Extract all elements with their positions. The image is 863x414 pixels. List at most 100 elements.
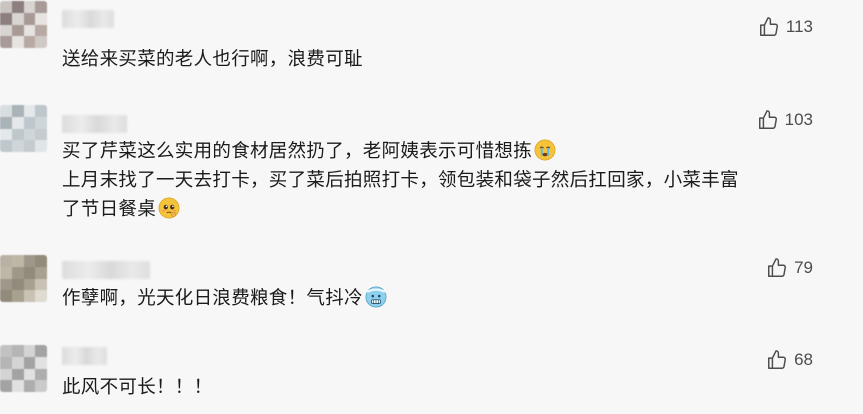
like-button[interactable]: 103 — [757, 109, 813, 131]
like-button[interactable]: 113 — [758, 16, 813, 38]
avatar-pixel — [11, 368, 24, 381]
comment-line: 送给来买菜的老人也行啊，浪费可耻 — [62, 49, 363, 70]
crying-face-icon — [534, 139, 556, 161]
avatar[interactable] — [0, 1, 47, 48]
like-count: 79 — [794, 258, 813, 277]
avatar-pixel — [0, 140, 12, 152]
avatar-pixel — [11, 105, 24, 117]
username-blurred[interactable] — [62, 261, 150, 279]
avatar-pixel — [35, 278, 47, 291]
avatar-pixel — [23, 24, 36, 37]
cold-face-icon — [365, 286, 387, 308]
comment-item: 79 作孽啊，光天化日浪费粮食！气抖冷 — [0, 245, 863, 330]
avatar-pixel — [11, 24, 24, 37]
avatar-pixel — [11, 266, 24, 279]
comment-item: 68 此风不可长！！！ — [0, 335, 863, 414]
avatar-pixel — [35, 24, 47, 37]
avatar-pixel — [11, 278, 24, 291]
avatar-pixel — [35, 36, 47, 48]
avatar-pixel — [23, 356, 36, 369]
like-count: 103 — [784, 110, 813, 129]
avatar-pixel — [35, 140, 47, 152]
comment-item: 113 送给来买菜的老人也行啊，浪费可耻 — [0, 0, 863, 85]
avatar-pixel — [11, 356, 24, 369]
avatar-pixel — [23, 368, 36, 381]
avatar-pixel — [35, 255, 47, 267]
avatar-pixel — [11, 290, 24, 302]
avatar-pixel — [0, 380, 12, 392]
avatar-pixel — [23, 140, 36, 152]
like-count: 68 — [794, 350, 813, 369]
avatar-pixel — [23, 290, 36, 302]
avatar-pixel — [35, 290, 47, 302]
avatar-pixel — [23, 380, 36, 392]
comment-text: 买了芹菜这么实用的食材居然扔了，老阿姨表示可惜想拣 上月末找了一天去打卡，买了菜… — [62, 137, 823, 224]
avatar-pixel — [11, 36, 24, 48]
thumbs-up-icon — [766, 257, 788, 279]
pleading-face-icon — [158, 197, 180, 219]
avatar-pixel — [35, 116, 47, 129]
avatar-pixel — [11, 140, 24, 152]
avatar[interactable] — [0, 255, 47, 302]
avatar-pixel — [0, 266, 12, 279]
thumbs-up-icon — [757, 109, 779, 131]
avatar-pixel — [0, 36, 12, 48]
avatar-pixel — [35, 12, 47, 25]
avatar-pixel — [35, 1, 47, 13]
avatar-pixel — [11, 12, 24, 25]
avatar-pixel — [0, 24, 12, 37]
comment-text: 送给来买菜的老人也行啊，浪费可耻 — [62, 45, 823, 74]
avatar-pixel — [23, 266, 36, 279]
avatar-pixel — [35, 266, 47, 279]
comment-line: 作孽啊，光天化日浪费粮食！气抖冷 — [62, 284, 823, 313]
avatar-pixel — [11, 128, 24, 141]
avatar-pixel — [23, 105, 36, 117]
avatar-pixel — [11, 380, 24, 392]
avatar-pixel — [0, 290, 12, 302]
avatar[interactable] — [0, 345, 47, 392]
avatar-pixel — [11, 1, 24, 13]
avatar-pixel — [23, 278, 36, 291]
avatar-pixel — [0, 345, 12, 357]
comment-text: 作孽啊，光天化日浪费粮食！气抖冷 — [62, 284, 823, 313]
avatar-pixel — [23, 1, 36, 13]
avatar-pixel — [23, 36, 36, 48]
like-button[interactable]: 68 — [766, 349, 813, 371]
avatar-pixel — [11, 116, 24, 129]
avatar-pixel — [23, 255, 36, 267]
comment-line: 此风不可长！！！ — [62, 377, 213, 398]
avatar-pixel — [11, 255, 24, 267]
avatar-pixel — [11, 345, 24, 357]
avatar-pixel — [0, 105, 12, 117]
comment-line: 买了芹菜这么实用的食材居然扔了，老阿姨表示可惜想拣 — [62, 137, 823, 166]
avatar-pixel — [23, 345, 36, 357]
avatar-pixel — [35, 368, 47, 381]
like-count: 113 — [785, 17, 813, 36]
avatar-pixel — [23, 116, 36, 129]
avatar-pixel — [0, 255, 12, 267]
avatar-pixel — [23, 128, 36, 141]
comment-line: 上月末找了一天去打卡，买了菜后拍照打卡，领包装和袋子然后扛回家，小菜丰富 — [62, 170, 739, 191]
avatar-pixel — [0, 356, 12, 369]
comment-text: 此风不可长！！！ — [62, 373, 823, 402]
avatar-pixel — [35, 128, 47, 141]
avatar-pixel — [0, 1, 12, 13]
username-blurred[interactable] — [62, 347, 107, 365]
avatar-pixel — [0, 12, 12, 25]
avatar-pixel — [0, 128, 12, 141]
avatar-pixel — [23, 12, 36, 25]
username-blurred[interactable] — [62, 115, 127, 133]
avatar-pixel — [35, 356, 47, 369]
username-blurred[interactable] — [62, 10, 114, 28]
thumbs-up-icon — [766, 349, 788, 371]
like-button[interactable]: 79 — [766, 257, 813, 279]
avatar[interactable] — [0, 105, 47, 152]
avatar-pixel — [0, 368, 12, 381]
thumbs-up-icon — [758, 16, 780, 38]
avatar-pixel — [35, 380, 47, 392]
avatar-pixel — [0, 278, 12, 291]
avatar-pixel — [35, 345, 47, 357]
avatar-pixel — [0, 116, 12, 129]
comment-line: 了节日餐桌 — [62, 195, 823, 224]
comment-item: 103 买了芹菜这么实用的食材居然扔了，老阿姨表示可惜想拣 上月末找了一天去打卡… — [0, 95, 863, 240]
